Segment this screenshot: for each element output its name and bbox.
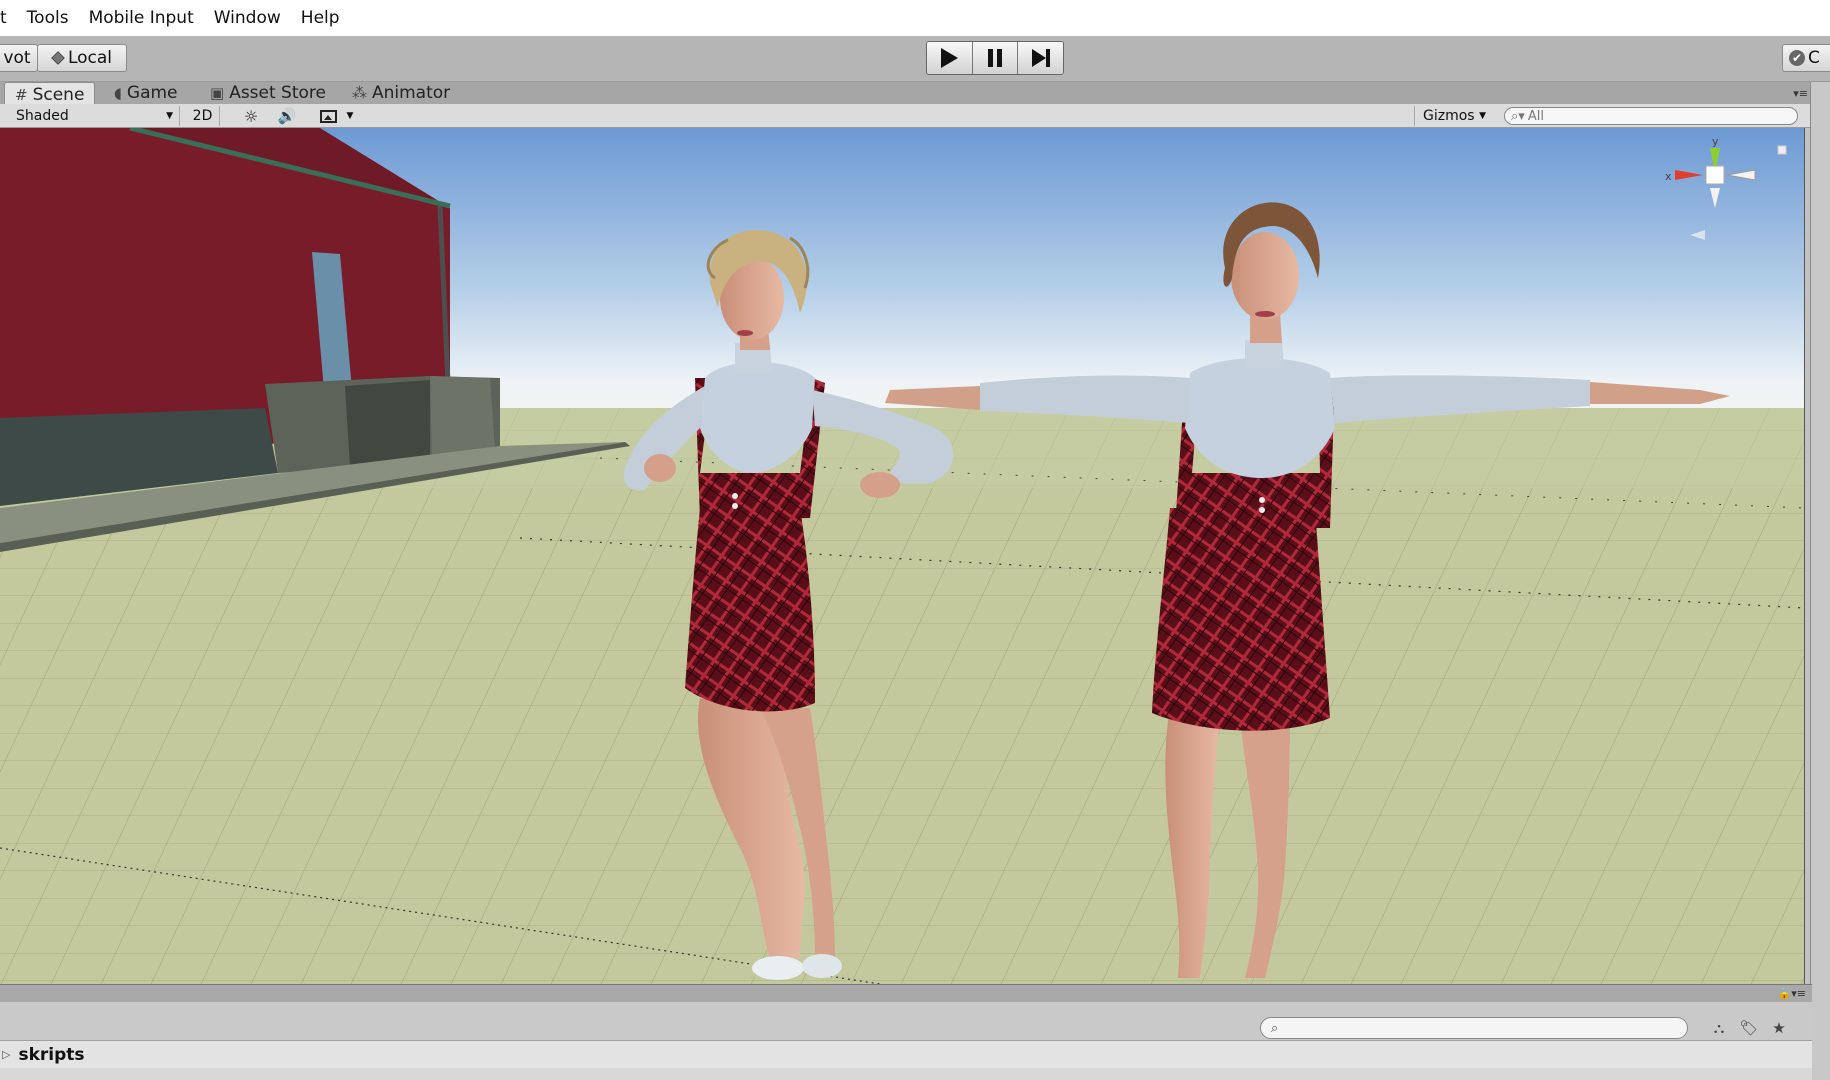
collab-label: C bbox=[1808, 48, 1820, 68]
scene-audio-icon[interactable]: 🔊 bbox=[272, 106, 302, 126]
effects-dropdown-arrow-icon[interactable]: ▼ bbox=[343, 106, 357, 126]
grid-icon: # bbox=[15, 85, 28, 104]
collab-button[interactable]: ✔ C bbox=[1782, 44, 1830, 72]
pause-icon bbox=[988, 49, 1002, 67]
scene-viewport[interactable]: y x bbox=[0, 128, 1805, 984]
project-search-input[interactable]: ⌕ bbox=[1260, 1017, 1688, 1039]
check-icon: ✔ bbox=[1789, 50, 1805, 66]
tab-scene-label: Scene bbox=[32, 84, 85, 105]
main-toolbar: vot Local ✔ C bbox=[0, 36, 1830, 82]
tab-scene[interactable]: # Scene bbox=[4, 82, 96, 106]
menu-bar: t Tools Mobile Input Window Help bbox=[0, 0, 1830, 36]
gizmos-dropdown[interactable]: Gizmos ▼ bbox=[1414, 106, 1492, 126]
lock-icon bbox=[1777, 145, 1787, 155]
project-folder-row[interactable]: ▷ skripts bbox=[0, 1040, 1812, 1068]
step-button[interactable] bbox=[1018, 42, 1063, 74]
scene-toolbar: Shaded ▼ 2D ☼ 🔊 ▼ Gizmos ▼ ⌕▾ All bbox=[0, 104, 1812, 128]
toggle-2d-label: 2D bbox=[192, 108, 213, 124]
scene-search-placeholder: All bbox=[1527, 108, 1544, 124]
shopping-bag-icon: ▣ bbox=[210, 84, 225, 102]
tab-asset-store-label: Asset Store bbox=[229, 83, 326, 103]
menu-item-window[interactable]: Window bbox=[204, 0, 291, 36]
tab-animator-label: Animator bbox=[372, 83, 451, 103]
pause-button[interactable] bbox=[972, 42, 1019, 74]
filter-by-type-icon[interactable]: ⛬ bbox=[1706, 1016, 1732, 1040]
gizmo-y-label: y bbox=[1712, 135, 1719, 148]
shading-mode-label: Shaded bbox=[16, 108, 69, 124]
local-toggle-button[interactable]: Local bbox=[37, 44, 127, 72]
shading-mode-dropdown[interactable]: Shaded ▼ bbox=[4, 106, 180, 126]
play-icon bbox=[940, 48, 958, 68]
nodes-icon: ⁂ bbox=[352, 84, 367, 102]
scene-effects-icon[interactable] bbox=[310, 106, 346, 126]
scene-lighting-icon[interactable]: ☼ bbox=[238, 106, 264, 126]
view-tab-bar: # Scene ◖ Game ▣ Asset Store ⁂ Animator ▾≡ bbox=[0, 82, 1812, 106]
dropdown-arrow-icon: ▼ bbox=[1479, 111, 1486, 121]
menu-item-truncated[interactable]: t bbox=[0, 0, 17, 36]
panel-menu-icon[interactable]: ▾≡ bbox=[1793, 87, 1808, 100]
folder-name: skripts bbox=[18, 1044, 85, 1065]
lock-icon[interactable]: 🔒▾≡ bbox=[1778, 987, 1806, 1000]
filter-by-label-icon[interactable]: 🏷 bbox=[1736, 1016, 1762, 1040]
expand-arrow-icon[interactable]: ▷ bbox=[2, 1048, 10, 1061]
project-panel-header: 🔒▾≡ bbox=[0, 984, 1812, 1002]
pivot-toggle-button[interactable]: vot bbox=[0, 44, 38, 72]
tab-asset-store[interactable]: ▣ Asset Store bbox=[200, 82, 336, 104]
playback-controls bbox=[926, 41, 1064, 75]
menu-item-mobile-input[interactable]: Mobile Input bbox=[79, 0, 204, 36]
favorite-star-icon[interactable]: ★ bbox=[1766, 1016, 1792, 1040]
scene-render: y x bbox=[0, 128, 1804, 984]
tab-game[interactable]: ◖ Game bbox=[104, 82, 188, 104]
menu-item-help[interactable]: Help bbox=[291, 0, 350, 36]
tab-game-label: Game bbox=[126, 83, 178, 103]
search-icon: ⌕ bbox=[1271, 1020, 1279, 1036]
right-panel-edge bbox=[1810, 82, 1830, 1080]
menu-item-tools[interactable]: Tools bbox=[17, 0, 79, 36]
pivot-label: vot bbox=[3, 48, 31, 68]
dropdown-arrow-icon: ▼ bbox=[166, 111, 173, 121]
cube-icon bbox=[51, 51, 65, 65]
local-label: Local bbox=[67, 48, 113, 68]
gizmos-label: Gizmos bbox=[1423, 108, 1475, 124]
pacman-icon: ◖ bbox=[114, 84, 122, 102]
scene-search-input[interactable]: ⌕▾ All bbox=[1504, 107, 1798, 125]
tab-animator[interactable]: ⁂ Animator bbox=[342, 82, 460, 104]
toggle-2d-button[interactable]: 2D bbox=[186, 106, 220, 126]
gizmo-x-label: x bbox=[1665, 170, 1672, 183]
play-button[interactable] bbox=[927, 42, 973, 74]
project-panel-body bbox=[0, 1068, 1812, 1080]
step-icon bbox=[1031, 49, 1050, 67]
search-icon: ⌕▾ bbox=[1511, 108, 1525, 124]
